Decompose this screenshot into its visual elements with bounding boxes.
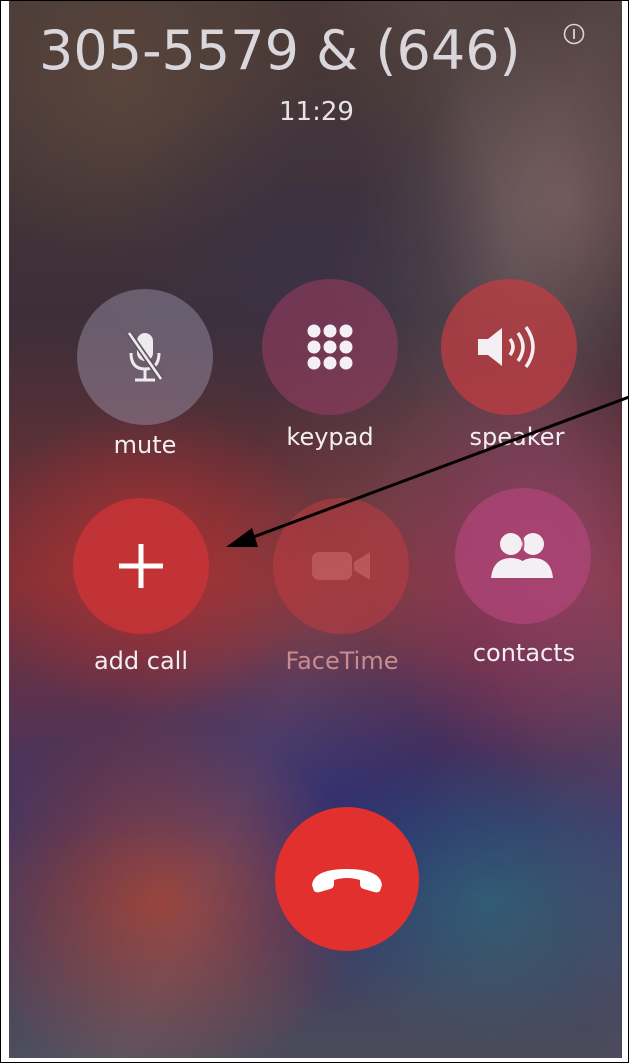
mute-label: mute — [113, 431, 177, 459]
add-call-label: add call — [93, 647, 189, 675]
contacts-label: contacts — [472, 639, 576, 667]
phone-hangup-icon — [312, 869, 382, 893]
caller-display: 305-5579 & (646) — [39, 19, 521, 82]
call-timer: 11:29 — [279, 97, 354, 127]
speaker-button[interactable] — [441, 279, 577, 415]
facetime-button — [273, 498, 409, 634]
add-call-button[interactable] — [73, 498, 209, 634]
contacts-icon — [491, 533, 553, 578]
keypad-button[interactable] — [262, 279, 398, 415]
call-screen: 305-5579 & (646) 11:29 mute keypad speak… — [9, 1, 622, 1058]
contacts-button[interactable] — [455, 488, 591, 624]
speaker-label: speaker — [469, 423, 565, 451]
screenshot-frame: 305-5579 & (646) 11:29 mute keypad speak… — [0, 0, 629, 1063]
end-call-button[interactable] — [275, 807, 419, 951]
video-camera-icon — [312, 552, 370, 580]
speaker-icon — [478, 325, 535, 369]
facetime-label: FaceTime — [285, 647, 399, 675]
keypad-grid-icon — [307, 324, 353, 370]
plus-icon — [119, 544, 163, 588]
info-icon[interactable] — [563, 23, 585, 45]
keypad-label: keypad — [286, 423, 374, 451]
mute-button[interactable] — [77, 289, 213, 425]
microphone-slash-icon — [126, 331, 164, 382]
